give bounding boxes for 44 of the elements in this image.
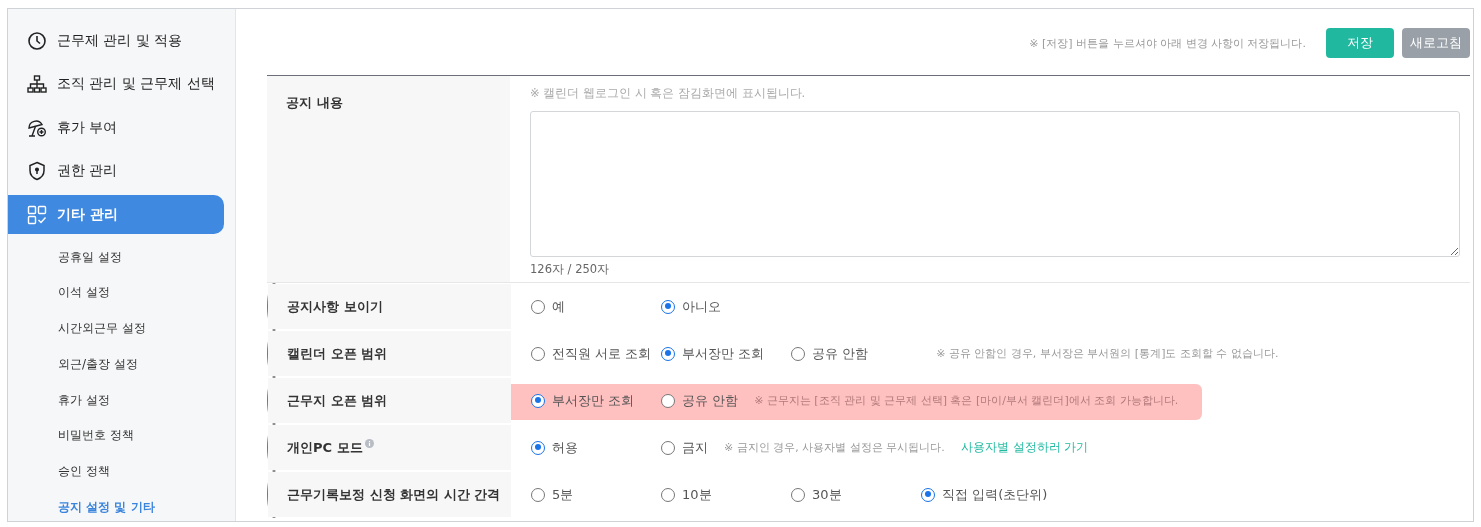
umbrella-plus-icon: [27, 117, 47, 138]
sidebar-subitem[interactable]: 휴가 설정: [8, 381, 235, 418]
character-counter: 126자 / 250자: [530, 262, 611, 277]
setting-label: 공지사항 보이기: [287, 297, 383, 316]
note-text: ※ 근무지는 [조직 관리 및 근무제 선택] 혹은 [마이/부서 캘린더]에서 조회 가능합니다.: [754, 393, 1179, 408]
radio-option[interactable]: 부서장만 조회: [531, 391, 661, 410]
save-notice: ※ [저장] 버튼을 누르셔야 아래 변경 사항이 저장됩니다.: [1029, 35, 1306, 51]
notice-textarea[interactable]: [530, 111, 1460, 257]
setting-label: 캘린더 오픈 범위: [287, 344, 388, 363]
sidebar-subitem[interactable]: 공지 설정 및 기타: [8, 489, 235, 521]
radio-option[interactable]: 공유 안함: [661, 391, 739, 410]
org-chart-icon: [27, 74, 47, 94]
radio-option[interactable]: 공유 안함: [791, 344, 869, 363]
clock-icon: [27, 30, 47, 51]
shield-icon: [27, 161, 47, 181]
radio-option[interactable]: 예: [531, 297, 661, 316]
radio-option[interactable]: 허용: [531, 438, 661, 457]
radio-option[interactable]: 10분: [661, 485, 791, 504]
radio-option[interactable]: 전직원 서로 조회: [531, 344, 661, 363]
radio-option[interactable]: 5분: [531, 485, 661, 504]
setting-label: 공지 내용: [286, 94, 343, 112]
setting-label: 개인PC 모드: [287, 438, 363, 457]
hint-text: ※ 캘린더 웹로그인 시 혹은 잠김화면에 표시됩니다.: [530, 86, 807, 101]
grid-check-icon: [27, 204, 47, 225]
setting-label: 근무지 오픈 범위: [287, 391, 388, 410]
radio-option[interactable]: 30분: [791, 485, 921, 504]
note-text: ※ 금지인 경우, 사용자별 설정은 무시됩니다.: [724, 440, 945, 455]
setting-label: 근무기록보정 신청 화면의 시간 간격: [287, 485, 501, 504]
sidebar-subitem[interactable]: 외근/출장 설정: [8, 345, 235, 382]
sidebar-subitem[interactable]: 이석 설정: [8, 274, 235, 311]
sidebar-subitem[interactable]: 비밀번호 정책: [8, 417, 235, 454]
sidebar-item[interactable]: 권한 관리: [8, 151, 224, 191]
sidebar-subitem[interactable]: 승인 정책: [8, 453, 235, 490]
sidebar-subitem[interactable]: 공휴일 설정: [8, 238, 235, 275]
sidebar-item[interactable]: 근무제 관리 및 적용: [8, 21, 224, 60]
radio-option[interactable]: 직접 입력(초단위): [921, 485, 1051, 504]
radio-option[interactable]: 부서장만 조회: [661, 344, 791, 363]
radio-option[interactable]: 금지: [661, 438, 708, 457]
sidebar-item[interactable]: 조직 관리 및 근무제 선택: [8, 64, 224, 104]
note-text: ※ 공유 안함인 경우, 부서장은 부서원의 [통계]도 조회할 수 없습니다.: [936, 346, 1279, 361]
sidebar-item[interactable]: 기타 관리: [8, 195, 224, 234]
sidebar-item[interactable]: 휴가 부여: [8, 108, 224, 147]
radio-option[interactable]: 아니오: [661, 297, 791, 316]
sidebar-subitem[interactable]: 시간외근무 설정: [8, 310, 235, 346]
